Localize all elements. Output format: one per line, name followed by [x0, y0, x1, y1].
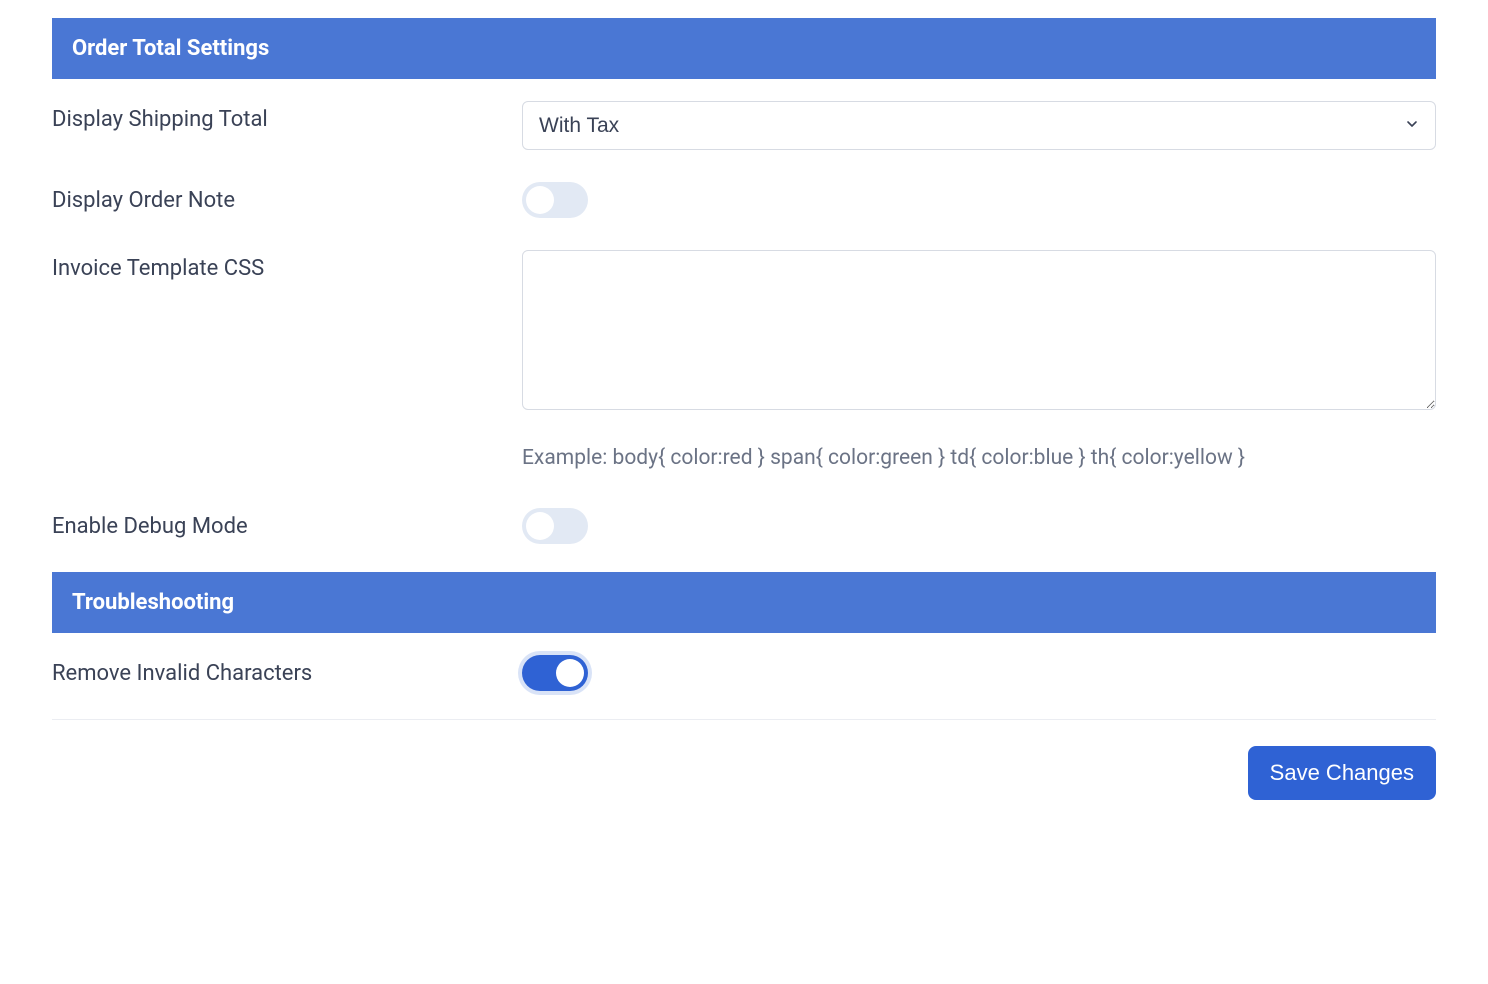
invoice-template-css-textarea[interactable] [522, 250, 1436, 410]
section-header-order-total: Order Total Settings [52, 18, 1436, 79]
remove-invalid-characters-toggle[interactable] [522, 655, 588, 691]
row-remove-invalid-characters: Remove Invalid Characters [52, 633, 1436, 701]
save-changes-button[interactable]: Save Changes [1248, 746, 1436, 800]
section-header-troubleshooting: Troubleshooting [52, 572, 1436, 633]
row-display-order-note: Display Order Note [52, 160, 1436, 228]
display-shipping-total-select[interactable]: With Tax [522, 101, 1436, 150]
row-display-shipping-total: Display Shipping Total With Tax [52, 79, 1436, 160]
label-enable-debug-mode: Enable Debug Mode [52, 508, 522, 539]
label-display-order-note: Display Order Note [52, 182, 522, 213]
invoice-template-css-help: Example: body{ color:red } span{ color:g… [522, 442, 1436, 476]
label-display-shipping-total: Display Shipping Total [52, 101, 522, 132]
label-remove-invalid-characters: Remove Invalid Characters [52, 655, 522, 686]
actions-bar: Save Changes [52, 720, 1436, 800]
row-invoice-template-css: Invoice Template CSS Example: body{ colo… [52, 228, 1436, 486]
display-order-note-toggle[interactable] [522, 182, 588, 218]
label-invoice-template-css: Invoice Template CSS [52, 250, 522, 281]
enable-debug-mode-toggle[interactable] [522, 508, 588, 544]
row-enable-debug-mode: Enable Debug Mode [52, 486, 1436, 554]
